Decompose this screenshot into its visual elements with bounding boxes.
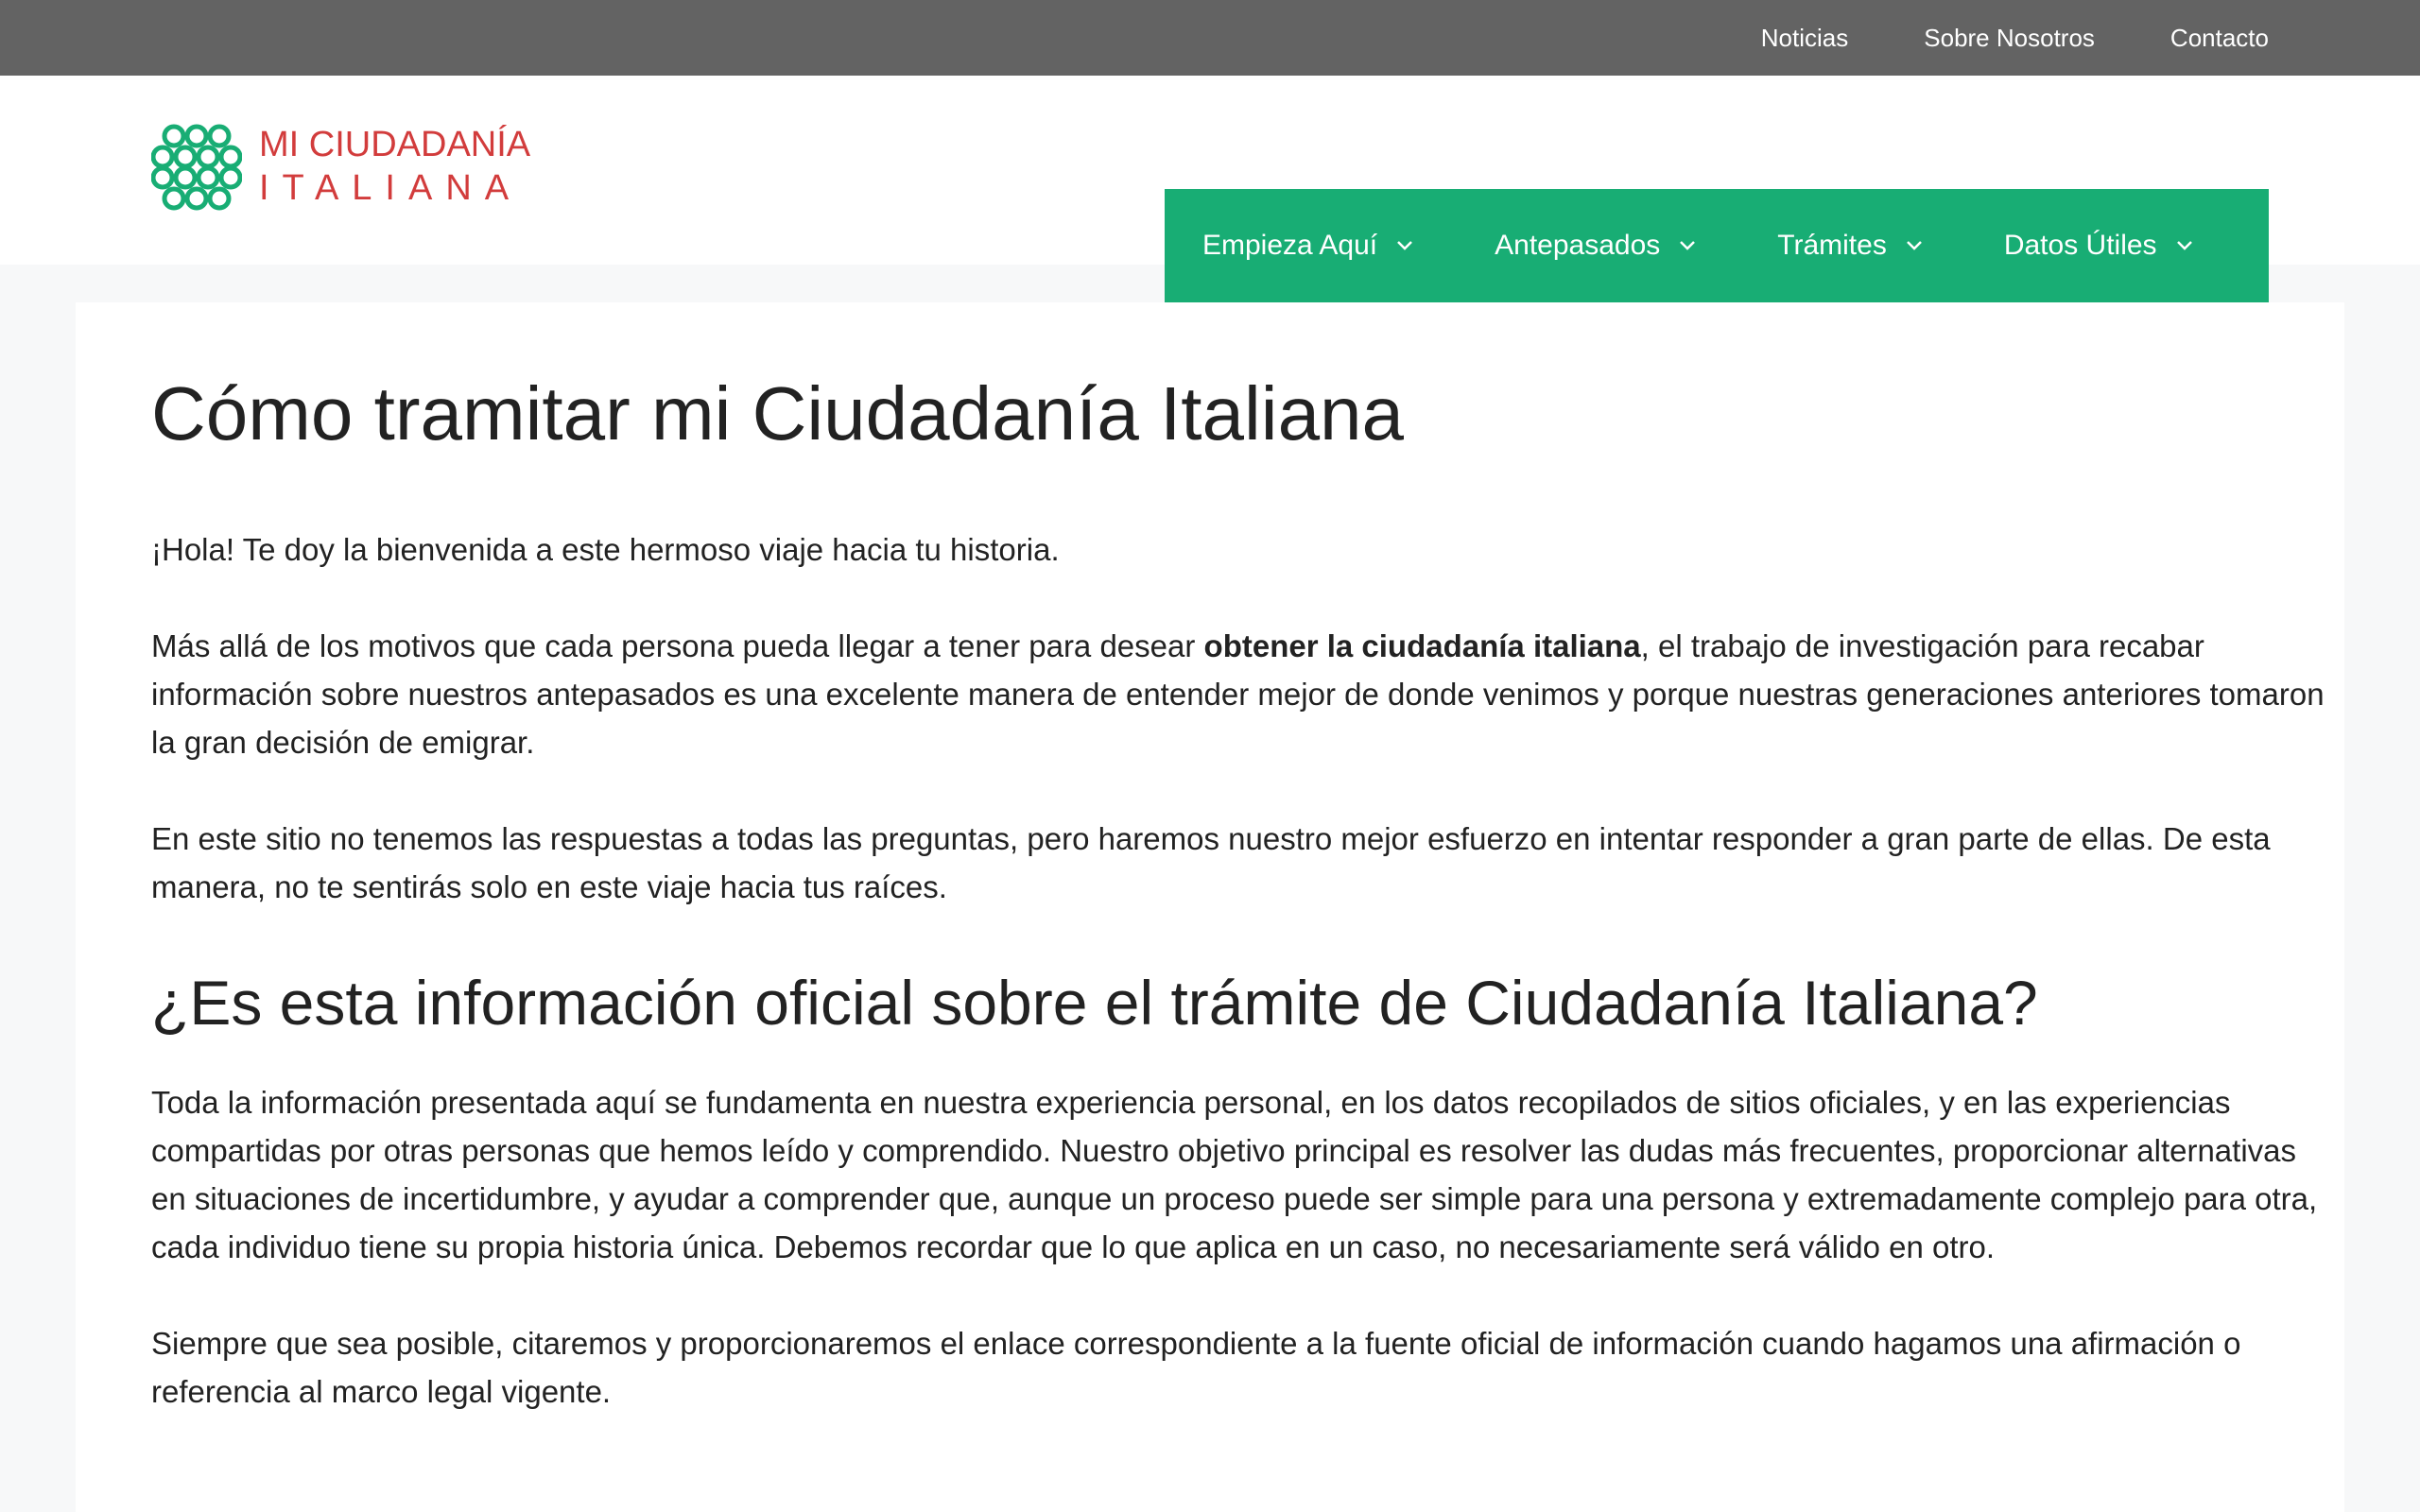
top-link-sobre-nosotros[interactable]: Sobre Nosotros <box>1924 24 2095 53</box>
nav-item-label: Antepasados <box>1495 230 1661 261</box>
site-purpose-paragraph: En este sitio no tenemos las respuestas … <box>151 821 2271 904</box>
intro-paragraph: ¡Hola! Te doy la bienvenida a este hermo… <box>151 532 1060 567</box>
page-title: Cómo tramitar mi Ciudadanía Italiana <box>151 371 1405 455</box>
logo-line1: MI CIUDADANÍA <box>259 125 531 164</box>
section-heading: ¿Es esta información oficial sobre el tr… <box>151 968 2038 1038</box>
sources-paragraph: Siempre que sea posible, citaremos y pro… <box>151 1326 2241 1410</box>
paragraph-text: Más allá de los motivos que cada persona… <box>151 628 1204 663</box>
site-header: MI CIUDADANÍA ITALIANA Empieza Aquí Ante… <box>0 76 2420 302</box>
chevron-down-icon <box>1397 241 1413 250</box>
nav-item-empieza-aqui[interactable]: Empieza Aquí <box>1202 230 1413 262</box>
top-link-noticias[interactable]: Noticias <box>1761 24 1848 53</box>
information-paragraph: Toda la información presentada aquí se f… <box>151 1085 2318 1265</box>
site-logo[interactable]: MI CIUDADANÍA ITALIANA <box>151 121 530 212</box>
nav-item-antepasados[interactable]: Antepasados <box>1495 230 1696 262</box>
nav-item-label: Empieza Aquí <box>1202 230 1378 261</box>
nav-item-datos-utiles[interactable]: Datos Útiles <box>2004 230 2193 262</box>
article-container: Cómo tramitar mi Ciudadanía Italiana ¡Ho… <box>76 302 2344 1512</box>
knot-pattern-icon <box>151 124 242 211</box>
nav-item-tramites[interactable]: Trámites <box>1777 230 1923 262</box>
chevron-down-icon <box>1680 241 1696 250</box>
chevron-down-icon <box>2176 241 2192 250</box>
main-navigation: Empieza Aquí Antepasados Trámites Datos … <box>1165 189 2269 302</box>
nav-item-label: Trámites <box>1777 230 1887 261</box>
motivation-paragraph: Más allá de los motivos que cada persona… <box>151 622 2325 766</box>
top-bar: Noticias Sobre Nosotros Contacto <box>0 0 2420 76</box>
top-link-contacto[interactable]: Contacto <box>2170 24 2269 53</box>
chevron-down-icon <box>1906 241 1922 250</box>
nav-item-label: Datos Útiles <box>2003 230 2157 261</box>
logo-line2: ITALIANA <box>259 168 523 208</box>
bold-phrase: obtener la ciudadanía italiana <box>1203 628 1641 663</box>
